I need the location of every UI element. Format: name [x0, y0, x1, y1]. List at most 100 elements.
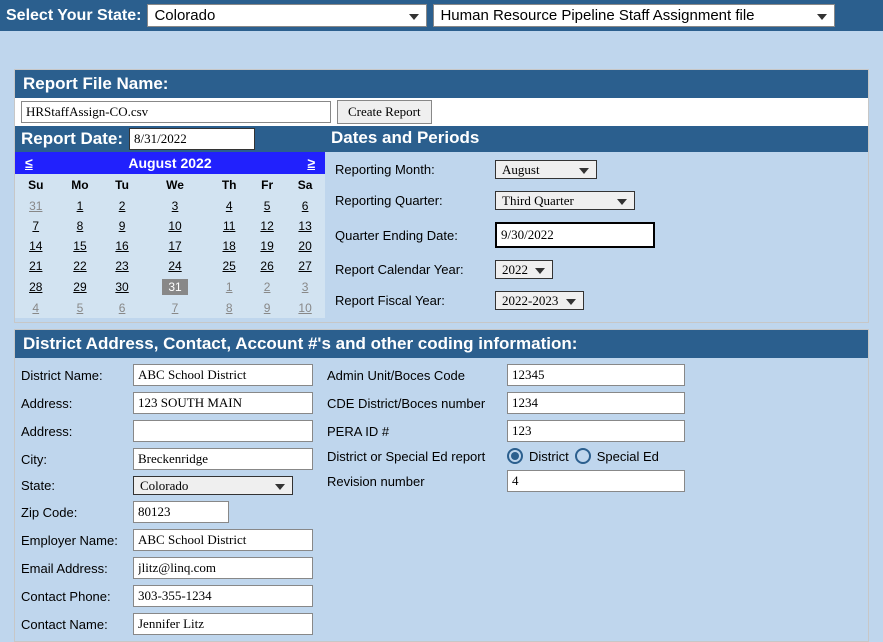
employer-input[interactable]: [133, 529, 313, 551]
phone-label: Contact Phone:: [21, 589, 127, 604]
cal-day[interactable]: 16: [103, 236, 140, 256]
calendar-table: SuMoTuWeThFrSa 3112345678910111213141516…: [15, 174, 325, 318]
cal-day[interactable]: 11: [209, 216, 249, 236]
reporting-quarter-select[interactable]: Third Quarter: [495, 191, 635, 210]
zip-input[interactable]: [133, 501, 229, 523]
cal-day-header: Sa: [285, 174, 325, 196]
cal-day[interactable]: 12: [249, 216, 285, 236]
cal-day[interactable]: 27: [285, 256, 325, 276]
cal-day[interactable]: 3: [285, 276, 325, 298]
cal-day[interactable]: 2: [103, 196, 140, 216]
revision-label: Revision number: [327, 474, 501, 489]
cal-day[interactable]: 5: [57, 298, 104, 318]
district-name-label: District Name:: [21, 368, 127, 383]
admin-unit-input[interactable]: [507, 364, 685, 386]
top-panel: Report File Name: Create Report Report D…: [14, 69, 869, 323]
cal-day[interactable]: 30: [103, 276, 140, 298]
cde-label: CDE District/Boces number: [327, 396, 501, 411]
cal-day[interactable]: 9: [103, 216, 140, 236]
cal-day[interactable]: 1: [209, 276, 249, 298]
cal-day[interactable]: 4: [209, 196, 249, 216]
cal-day[interactable]: 13: [285, 216, 325, 236]
employer-label: Employer Name:: [21, 533, 127, 548]
cal-month-label: August 2022: [128, 155, 211, 171]
cal-day[interactable]: 18: [209, 236, 249, 256]
district-name-input[interactable]: [133, 364, 313, 386]
cal-day[interactable]: 2: [249, 276, 285, 298]
cal-day-header: Th: [209, 174, 249, 196]
cal-day[interactable]: 21: [15, 256, 57, 276]
cal-day[interactable]: 20: [285, 236, 325, 256]
cal-day[interactable]: 14: [15, 236, 57, 256]
quarter-ending-label: Quarter Ending Date:: [335, 228, 487, 243]
cal-day[interactable]: 31: [15, 196, 57, 216]
cal-day[interactable]: 6: [103, 298, 140, 318]
cal-day[interactable]: 19: [249, 236, 285, 256]
report-file-header: Report File Name:: [15, 70, 868, 98]
cal-day[interactable]: 5: [249, 196, 285, 216]
cal-day[interactable]: 10: [285, 298, 325, 318]
cal-day-header: We: [141, 174, 210, 196]
top-bar: Select Your State: Colorado Human Resour…: [0, 0, 883, 31]
cal-day[interactable]: 3: [141, 196, 210, 216]
cal-day[interactable]: 22: [57, 256, 104, 276]
cal-day[interactable]: 15: [57, 236, 104, 256]
district-header: District Address, Contact, Account #'s a…: [15, 330, 868, 358]
cal-day[interactable]: 25: [209, 256, 249, 276]
address2-input[interactable]: [133, 420, 313, 442]
address1-label: Address:: [21, 396, 127, 411]
cal-day[interactable]: 28: [15, 276, 57, 298]
contact-label: Contact Name:: [21, 617, 127, 632]
radio-district[interactable]: [507, 448, 523, 464]
cal-day[interactable]: 29: [57, 276, 104, 298]
district-state-select[interactable]: Colorado: [133, 476, 293, 495]
address1-input[interactable]: [133, 392, 313, 414]
report-date-input[interactable]: [129, 128, 255, 150]
calendar: ≤ August 2022 ≥ SuMoTuWeThFrSa 311234567…: [15, 152, 325, 318]
cal-day[interactable]: 8: [209, 298, 249, 318]
admin-unit-label: Admin Unit/Boces Code: [327, 368, 501, 383]
city-input[interactable]: [133, 448, 313, 470]
district-panel: District Address, Contact, Account #'s a…: [14, 329, 869, 642]
revision-input[interactable]: [507, 470, 685, 492]
cal-day[interactable]: 1: [57, 196, 104, 216]
state-select[interactable]: Colorado: [147, 4, 427, 27]
cal-day[interactable]: 10: [141, 216, 210, 236]
email-label: Email Address:: [21, 561, 127, 576]
calendar-year-select[interactable]: 2022: [495, 260, 553, 279]
cal-day[interactable]: 23: [103, 256, 140, 276]
cal-day[interactable]: 7: [15, 216, 57, 236]
quarter-ending-input[interactable]: [495, 222, 655, 248]
phone-input[interactable]: [133, 585, 313, 607]
cal-day[interactable]: 17: [141, 236, 210, 256]
create-report-button[interactable]: Create Report: [337, 100, 432, 124]
filename-input[interactable]: [21, 101, 331, 123]
address2-label: Address:: [21, 424, 127, 439]
cal-next[interactable]: ≥: [307, 155, 315, 171]
file-select[interactable]: Human Resource Pipeline Staff Assignment…: [433, 4, 835, 27]
cal-day[interactable]: 9: [249, 298, 285, 318]
calendar-year-label: Report Calendar Year:: [335, 262, 487, 277]
cde-input[interactable]: [507, 392, 685, 414]
cal-prev[interactable]: ≤: [25, 155, 33, 171]
radio-special[interactable]: [575, 448, 591, 464]
cal-day[interactable]: 24: [141, 256, 210, 276]
reporting-quarter-label: Reporting Quarter:: [335, 193, 487, 208]
contact-input[interactable]: [133, 613, 313, 635]
cal-day[interactable]: 26: [249, 256, 285, 276]
pera-label: PERA ID #: [327, 424, 501, 439]
email-input[interactable]: [133, 557, 313, 579]
reporting-month-select[interactable]: August: [495, 160, 597, 179]
cal-day[interactable]: 4: [15, 298, 57, 318]
cal-day[interactable]: 6: [285, 196, 325, 216]
fiscal-year-label: Report Fiscal Year:: [335, 293, 487, 308]
cal-day[interactable]: 7: [141, 298, 210, 318]
zip-label: Zip Code:: [21, 505, 127, 520]
fiscal-year-select[interactable]: 2022-2023: [495, 291, 584, 310]
cal-day[interactable]: 31: [141, 276, 210, 298]
cal-day[interactable]: 8: [57, 216, 104, 236]
dates-periods-header: Dates and Periods: [325, 126, 868, 152]
report-date-header: Report Date:: [15, 126, 325, 152]
pera-input[interactable]: [507, 420, 685, 442]
cal-day-header: Tu: [103, 174, 140, 196]
